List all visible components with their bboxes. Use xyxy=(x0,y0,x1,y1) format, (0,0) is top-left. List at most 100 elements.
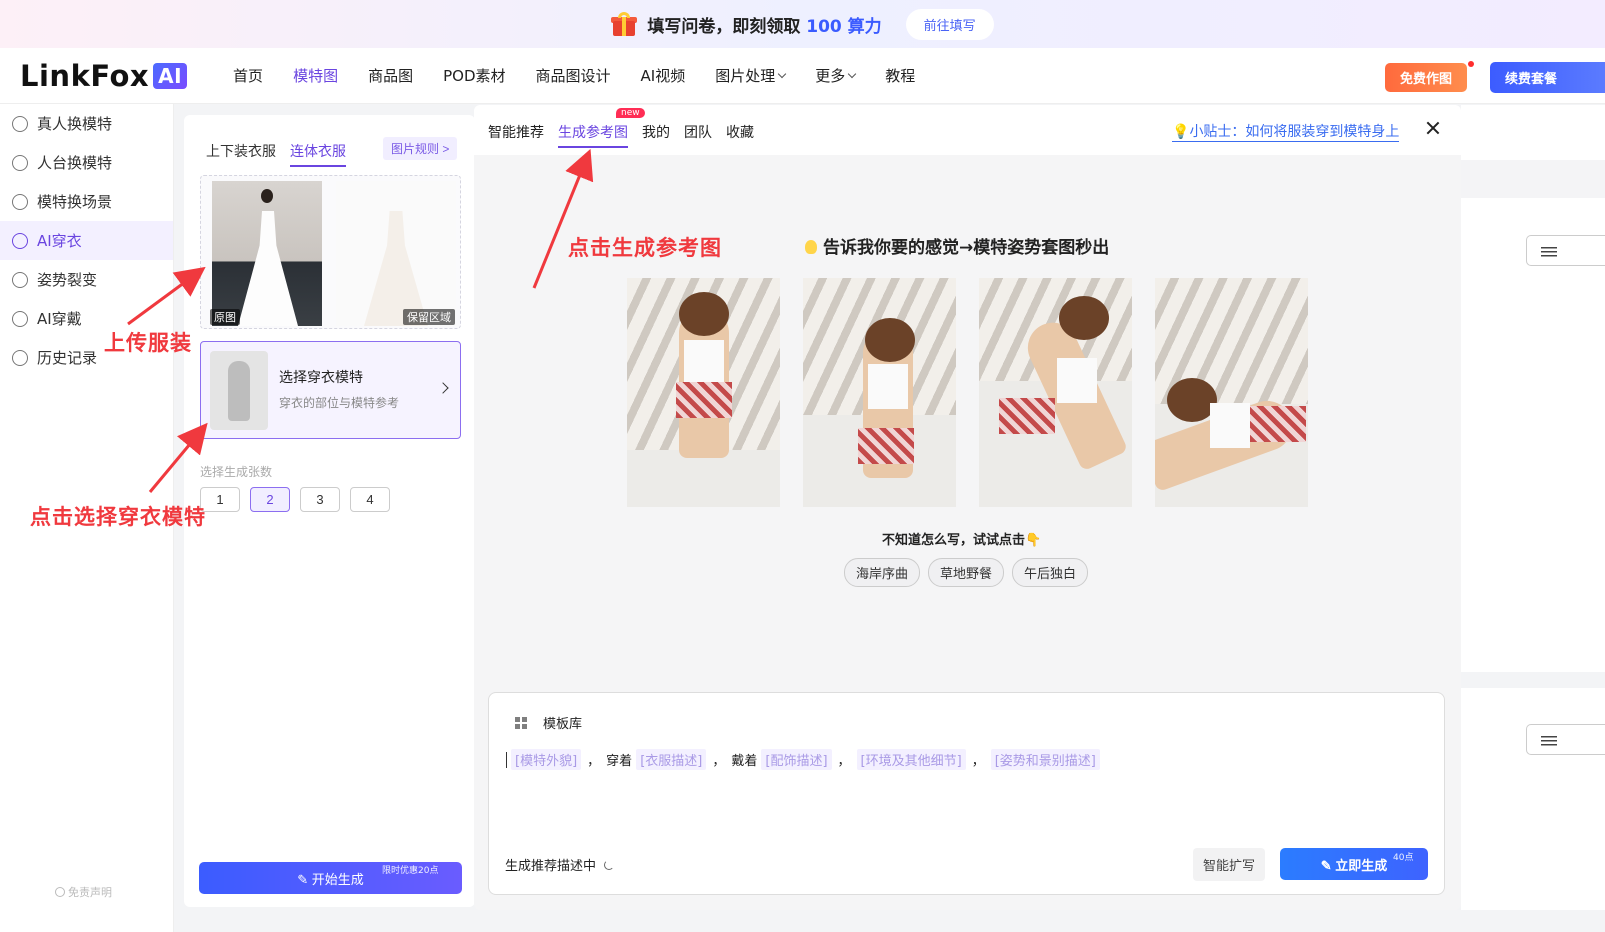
select-model-title: 选择穿衣模特 xyxy=(279,370,363,386)
select-model-card[interactable]: 选择穿衣模特 穿衣的部位与模特参考 xyxy=(200,341,461,439)
chevron-down-icon xyxy=(777,69,787,78)
nav-item-4[interactable]: 商品图设计 xyxy=(536,65,611,86)
free-draw-button[interactable]: 免费作图 xyxy=(1385,63,1468,92)
preset-pill-2[interactable]: 午后独白 xyxy=(1012,558,1089,587)
reference-image-1[interactable] xyxy=(627,278,780,507)
disclaimer-link[interactable]: 免责声明 xyxy=(55,884,112,900)
info-icon xyxy=(55,887,65,897)
modal-tab-3[interactable]: 团队 xyxy=(684,122,712,148)
grid-icon xyxy=(515,716,527,729)
nav-item-1[interactable]: 模特图 xyxy=(293,65,338,86)
modal-tab-2[interactable]: 我的 xyxy=(642,122,670,148)
promo-banner: 填写问卷，即刻领取 100 算力 前往填写 xyxy=(0,0,1605,48)
nav-item-5[interactable]: AI视频 xyxy=(641,65,686,86)
original-garment-photo xyxy=(212,181,322,326)
sidebar-item-label: 历史记录 xyxy=(37,349,98,367)
sidebar-item-label: 真人换模特 xyxy=(37,115,113,133)
keep-area-tag: 保留区域 xyxy=(403,309,455,325)
count-selector: 1234 xyxy=(200,487,390,512)
banner-text: 填写问卷，即刻领取 100 算力 xyxy=(647,16,882,37)
reference-modal: 智能推荐 生成参考图 我的 团队 收藏 new 💡小贴士：如何将服装穿到模特身上 告诉我… xyxy=(474,105,1461,910)
prompt-input[interactable]: [模特外貌] ， 穿着 [衣服描述] ， 戴着 [配饰描述] ， [环境及其他细… xyxy=(506,749,1100,770)
nav-item-2[interactable]: 商品图 xyxy=(368,65,413,86)
mannequin-thumbnail xyxy=(210,351,268,430)
sidebar-item-4[interactable]: 姿势裂变 xyxy=(0,260,173,299)
reference-image-2[interactable] xyxy=(803,278,956,507)
nav-item-0[interactable]: 首页 xyxy=(233,65,263,86)
prompt-slot-environment[interactable]: [环境及其他细节] xyxy=(856,749,966,770)
config-panel: 上下装衣服 连体衣服 图片规则 > 原图 保留区域 选择穿衣模特 穿衣的部位与模特… xyxy=(184,115,475,907)
modal-tab-1[interactable]: 生成参考图 xyxy=(558,122,628,148)
sidebar-item-3[interactable]: AI穿衣 xyxy=(0,221,173,260)
results-area xyxy=(1461,105,1605,910)
modal-header: 智能推荐 生成参考图 我的 团队 收藏 new 💡小贴士：如何将服装穿到模特身上 xyxy=(474,105,1461,155)
sidebar-item-0[interactable]: 真人换模特 xyxy=(0,104,173,143)
generation-status: 生成推荐描述中 xyxy=(505,855,615,874)
reference-images xyxy=(627,278,1308,507)
prompt-slot-clothing[interactable]: [衣服描述] xyxy=(636,749,707,770)
count-option-4[interactable]: 4 xyxy=(350,487,390,512)
original-tag: 原图 xyxy=(210,309,240,325)
count-option-3[interactable]: 3 xyxy=(300,487,340,512)
sidebar-item-2[interactable]: 模特换场景 xyxy=(0,182,173,221)
prompt-panel: 模板库 [模特外貌] ， 穿着 [衣服描述] ， 戴着 [配饰描述] ， [环境… xyxy=(488,692,1445,895)
sidebar-item-icon xyxy=(12,349,28,366)
reference-image-3[interactable] xyxy=(979,278,1132,507)
template-library-button[interactable]: 模板库 xyxy=(515,713,582,732)
loading-spinner-icon xyxy=(604,859,615,870)
annotation-generate-ref: 点击生成参考图 xyxy=(568,236,722,260)
main-nav: 首页 模特图 商品图 POD素材 商品图设计 AI视频 图片处理 更多 教程 xyxy=(233,65,915,86)
banner-highlight: 100 算力 xyxy=(806,16,882,37)
sidebar-item-icon xyxy=(12,115,28,132)
select-model-subtitle: 穿衣的部位与模特参考 xyxy=(279,396,400,410)
sidebar-item-icon xyxy=(12,154,28,171)
sidebar-item-icon xyxy=(12,232,28,249)
count-label: 选择生成张数 xyxy=(200,465,273,479)
preset-pill-0[interactable]: 海岸序曲 xyxy=(844,558,921,587)
preset-pills: 海岸序曲 草地野餐 午后独白 xyxy=(844,558,1089,587)
sidebar-item-label: AI穿衣 xyxy=(37,232,82,250)
modal-tab-0[interactable]: 智能推荐 xyxy=(488,122,544,148)
generate-cost-badge: 40点 xyxy=(1393,853,1414,863)
count-option-1[interactable]: 1 xyxy=(200,487,240,512)
sidebar-item-icon xyxy=(12,310,28,327)
garment-tab-1[interactable]: 连体衣服 xyxy=(290,141,346,167)
nav-item-7[interactable]: 更多 xyxy=(815,65,857,86)
sidebar-item-1[interactable]: 人台换模特 xyxy=(0,143,173,182)
prompt-slot-pose[interactable]: [姿势和景别描述] xyxy=(990,749,1100,770)
filter-button[interactable] xyxy=(1526,235,1605,266)
sliders-icon xyxy=(1541,735,1557,746)
garment-upload-area[interactable]: 原图 保留区域 xyxy=(200,175,461,329)
sidebar-item-label: 模特换场景 xyxy=(37,193,113,211)
notification-dot xyxy=(1468,61,1474,67)
nav-item-8[interactable]: 教程 xyxy=(885,65,915,86)
sidebar-item-label: AI穿戴 xyxy=(37,310,82,328)
preset-pill-1[interactable]: 草地野餐 xyxy=(928,558,1005,587)
tip-link[interactable]: 💡小贴士：如何将服装穿到模特身上 xyxy=(1172,121,1400,142)
gift-icon xyxy=(611,12,638,36)
smart-expand-button[interactable]: 智能扩写 xyxy=(1193,848,1266,881)
lightbulb-icon xyxy=(805,240,817,254)
modal-tab-4[interactable]: 收藏 xyxy=(726,122,754,148)
new-badge: new xyxy=(616,108,645,118)
image-rules-button[interactable]: 图片规则 > xyxy=(383,137,458,160)
count-option-2[interactable]: 2 xyxy=(250,487,290,512)
nav-item-3[interactable]: POD素材 xyxy=(443,65,505,86)
renew-plan-button[interactable]: 续费套餐 xyxy=(1490,62,1605,93)
start-discount-badge: 限时优惠20点 xyxy=(382,866,439,876)
sidebar-item-label: 姿势裂变 xyxy=(37,271,98,289)
logo[interactable]: LinkFox AI xyxy=(20,59,188,93)
close-icon[interactable] xyxy=(1425,120,1441,136)
filter-button-2[interactable] xyxy=(1526,724,1605,755)
prompt-slot-accessory[interactable]: [配饰描述] xyxy=(761,749,832,770)
sliders-icon xyxy=(1541,246,1557,257)
sidebar-item-label: 人台换模特 xyxy=(37,154,113,172)
nav-item-6[interactable]: 图片处理 xyxy=(715,65,787,86)
survey-button[interactable]: 前往填写 xyxy=(905,8,994,40)
reference-image-4[interactable] xyxy=(1155,278,1308,507)
sidebar-item-icon xyxy=(12,271,28,288)
prompt-slot-appearance[interactable]: [模特外貌] xyxy=(511,749,582,770)
hint-text: 不知道怎么写，试试点击👇 xyxy=(882,533,1042,548)
garment-tab-0[interactable]: 上下装衣服 xyxy=(206,141,276,167)
keep-area-preview xyxy=(336,181,456,326)
